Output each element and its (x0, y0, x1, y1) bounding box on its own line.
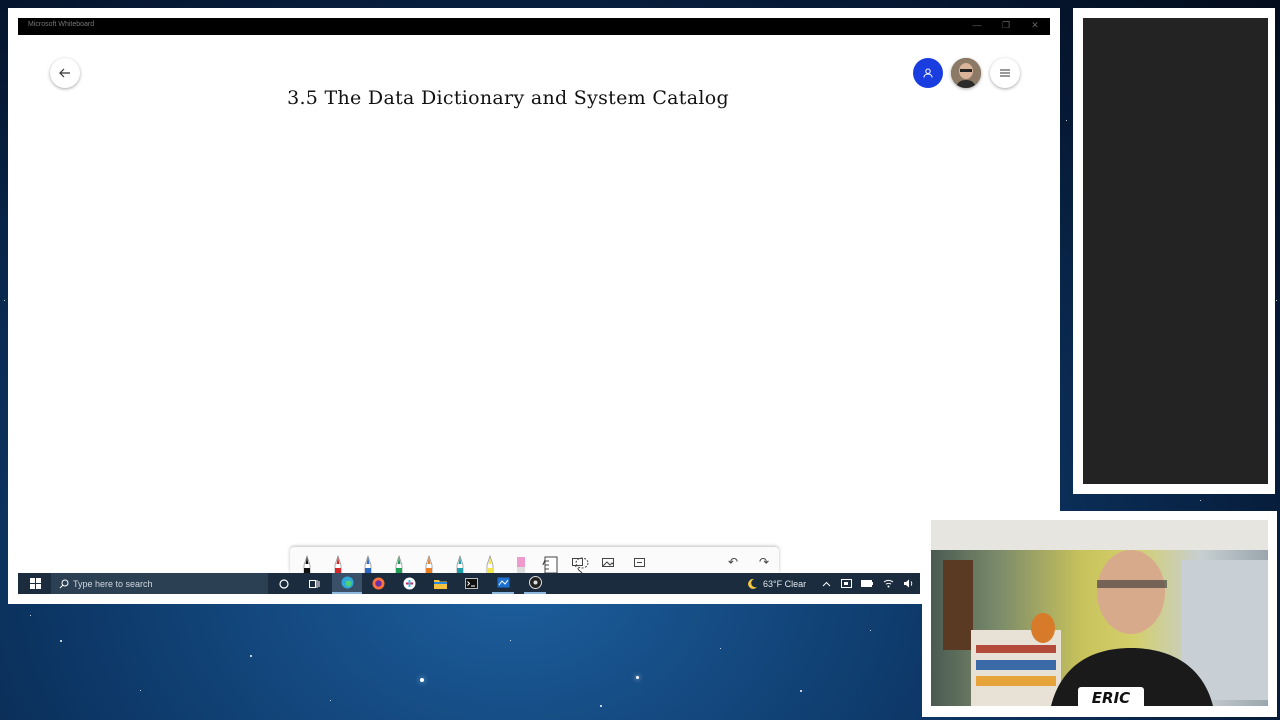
image-insert-button[interactable] (597, 551, 619, 573)
task-view-icon (308, 579, 319, 588)
maximize-button[interactable]: ❐ (999, 20, 1013, 31)
obs-recording-icon (528, 576, 542, 589)
tray-volume[interactable] (901, 573, 915, 594)
pen-red-icon (334, 555, 341, 573)
moon-weather-icon (748, 578, 757, 589)
secondary-window-dark-area (1083, 18, 1268, 484)
image-icon (602, 557, 614, 567)
tool-highlighter-yellow[interactable] (479, 551, 501, 573)
search-placeholder: Type here to search (73, 578, 153, 589)
taskbar-firefox[interactable] (368, 573, 388, 594)
whiteboard-app-icon (497, 577, 509, 588)
webcam-person-image (931, 520, 1268, 706)
back-arrow-icon (59, 68, 70, 78)
tool-pen-green[interactable] (388, 551, 410, 573)
window-title: Microsoft Whiteboard (28, 21, 95, 28)
close-button[interactable]: ✕ (1028, 20, 1042, 31)
webcam-name-tag: ERIC (1078, 687, 1144, 709)
insert-panel-icon (633, 557, 645, 567)
pen-orange-icon (425, 555, 433, 573)
weather-text: 63°F Clear (763, 578, 807, 589)
page-title: 3.5 The Data Dictionary and System Catal… (287, 87, 729, 109)
whiteboard-canvas[interactable]: 3.5 The Data Dictionary and System Catal… (18, 35, 1050, 573)
taskbar-whiteboard[interactable] (492, 573, 514, 594)
terminal-icon (464, 578, 478, 589)
cortana-circle-icon (279, 578, 289, 589)
insert-menu-button[interactable] (628, 551, 650, 573)
task-view-button[interactable] (306, 573, 322, 594)
tool-pen-orange[interactable] (418, 551, 440, 573)
invite-button[interactable] (913, 58, 943, 88)
tool-ruler[interactable] (540, 551, 562, 573)
highlighter-yellow-icon (486, 555, 494, 573)
search-icon (59, 579, 69, 588)
chevron-up-icon (822, 581, 830, 586)
tray-battery[interactable] (860, 573, 874, 594)
tool-pen-blue[interactable] (357, 551, 379, 573)
tray-network[interactable] (881, 573, 895, 594)
taskbar-edge[interactable] (332, 573, 362, 594)
taskbar-search-box[interactable]: Type here to search (51, 573, 268, 594)
meet-now-icon (840, 579, 852, 588)
inking-toolbar: A ↶ ↷ (290, 547, 779, 573)
user-avatar[interactable] (951, 58, 981, 88)
weather-widget[interactable]: 63°F Clear (746, 573, 806, 594)
minimize-button[interactable]: — (970, 20, 984, 30)
folder-icon (433, 580, 447, 589)
cortana-button[interactable] (276, 573, 292, 594)
taskbar-obs[interactable] (524, 573, 546, 594)
windows-taskbar: Type here to search 63°F Clear (18, 573, 920, 594)
tool-pen-teal[interactable] (449, 551, 471, 573)
taskbar-slack[interactable] (399, 573, 419, 594)
edge-browser-icon (341, 576, 353, 589)
taskbar-terminal[interactable] (461, 573, 481, 594)
ruler-icon (544, 556, 558, 573)
tray-meet-now[interactable] (839, 573, 853, 594)
webcam-feed (931, 520, 1268, 706)
redo-button[interactable]: ↷ (753, 551, 775, 573)
window-titlebar: Microsoft Whiteboard — ❐ ✕ (18, 18, 1050, 35)
tool-lasso[interactable] (571, 551, 593, 573)
back-button[interactable] (50, 58, 80, 88)
battery-icon (861, 580, 873, 587)
pen-blue-icon (364, 555, 372, 573)
slack-icon (403, 577, 415, 590)
menu-button[interactable] (990, 58, 1020, 88)
taskbar-file-explorer[interactable] (430, 573, 450, 594)
wifi-icon (883, 579, 893, 588)
pen-green-icon (395, 555, 402, 573)
avatar-photo-icon (951, 58, 981, 88)
invite-person-icon (923, 68, 933, 78)
pen-black-icon (303, 555, 311, 573)
pen-teal-icon (456, 555, 463, 573)
start-button[interactable] (26, 573, 44, 594)
tool-pen-black[interactable] (296, 551, 318, 573)
firefox-icon (372, 577, 384, 590)
lasso-icon (575, 557, 588, 573)
hamburger-menu-icon (1000, 69, 1010, 77)
tool-pen-red[interactable] (327, 551, 349, 573)
speaker-icon (903, 579, 912, 588)
tool-eraser[interactable] (510, 551, 532, 573)
eraser-icon (516, 557, 525, 573)
tray-overflow-button[interactable] (819, 573, 833, 594)
windows-logo-icon (29, 578, 41, 589)
undo-button[interactable]: ↶ (722, 551, 744, 573)
